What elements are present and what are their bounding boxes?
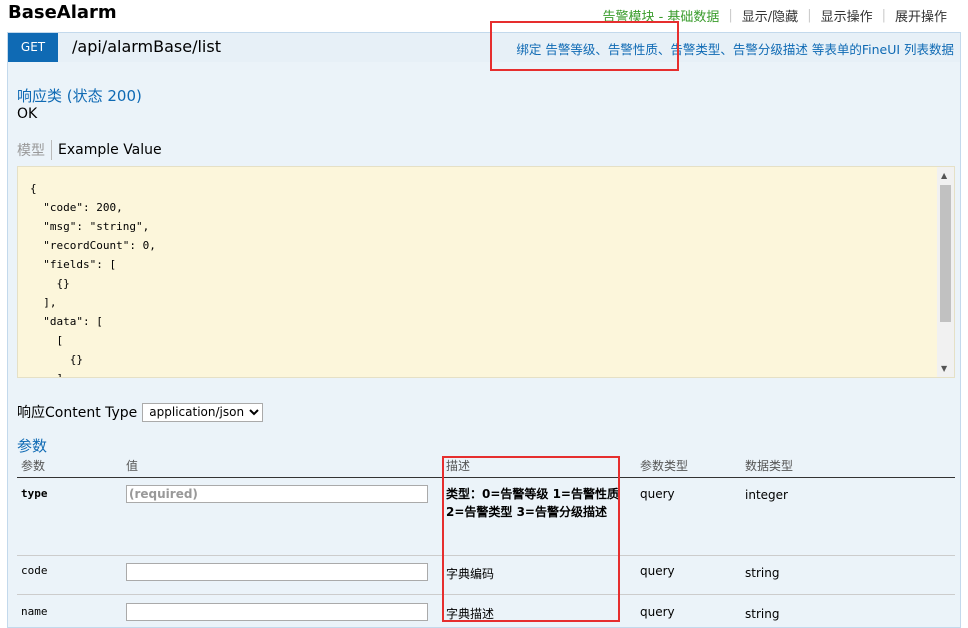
content-type-label: 响应Content Type [17, 405, 138, 421]
content-type-select[interactable]: application/json [142, 402, 264, 422]
tab-example-value[interactable]: Example Value [52, 142, 162, 158]
header-data-type: 数据类型 [745, 459, 794, 473]
operation-summary[interactable]: 绑定 告警等级、告警性质、告警类型、告警分级描述 等表单的FineUI 列表数据 [516, 39, 954, 58]
param-description: 类型：0=告警等级 1=告警性质 2=告警类型 3=告警分级描述 [446, 487, 619, 519]
header-param-type: 参数类型 [640, 459, 689, 473]
operation-path[interactable]: /api/alarmBase/list [72, 37, 221, 56]
param-name: code [21, 564, 48, 577]
param-description: 字典描述 [446, 607, 495, 621]
link-alarm-module[interactable]: 告警模块 - 基础数据 [593, 6, 728, 25]
scroll-up-icon[interactable]: ▲ [941, 171, 947, 180]
content-type-row: 响应Content Type application/json [17, 402, 264, 422]
response-status-text: OK [17, 106, 38, 122]
param-input-type[interactable] [126, 485, 428, 503]
parameters-title: 参数 [17, 437, 48, 455]
link-show-operations[interactable]: 显示操作 [812, 6, 882, 25]
header-value: 值 [126, 459, 139, 473]
response-class-title: 响应类 (状态 200) [17, 87, 142, 105]
example-code: { "code": 200, "msg": "string", "recordC… [30, 182, 156, 377]
param-type: query [640, 564, 675, 578]
link-show-hide[interactable]: 显示/隐藏 [733, 6, 807, 25]
param-data-type: string [745, 607, 780, 621]
param-name: name [21, 605, 48, 618]
param-type: query [640, 605, 675, 619]
param-name: type [21, 487, 48, 500]
tab-model[interactable]: 模型 [17, 140, 52, 160]
http-method-badge[interactable]: GET [8, 33, 58, 62]
param-description: 字典编码 [446, 567, 495, 581]
top-links: 告警模块 - 基础数据 | 显示/隐藏 | 显示操作 | 展开操作 [593, 6, 956, 25]
header-description: 描述 [446, 459, 471, 473]
param-data-type: string [745, 566, 780, 580]
header-param: 参数 [21, 459, 46, 473]
code-scrollbar[interactable]: ▲ ▼ [937, 167, 954, 377]
param-data-type: integer [745, 488, 788, 502]
model-tabs: 模型 Example Value [17, 140, 162, 160]
param-input-name[interactable] [126, 603, 428, 621]
page-title: BaseAlarm [8, 2, 117, 23]
scroll-thumb[interactable] [940, 185, 951, 322]
link-expand-operations[interactable]: 展开操作 [886, 6, 956, 25]
operation-header[interactable]: GET /api/alarmBase/list 绑定 告警等级、告警性质、告警类… [7, 32, 961, 62]
scroll-down-icon[interactable]: ▼ [941, 364, 947, 373]
param-input-code[interactable] [126, 563, 428, 581]
example-value-box[interactable]: { "code": 200, "msg": "string", "recordC… [17, 166, 955, 378]
param-type: query [640, 487, 675, 501]
